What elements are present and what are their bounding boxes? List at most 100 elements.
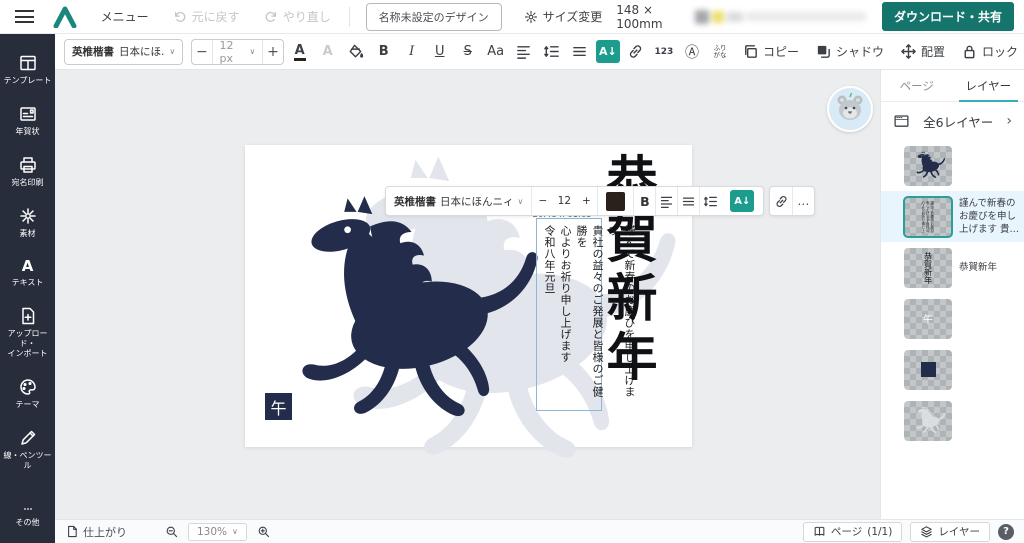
layer-row-horse-faint[interactable] (881, 395, 1024, 446)
bold-button[interactable]: B (633, 187, 655, 215)
layer-row-greeting-selected[interactable]: 謹んで新春のお慶び申し上げます貴社の心よりお祈り申し上 謹んで新春のお慶びを申し… (881, 191, 1024, 242)
redo-button[interactable]: やり直し (264, 8, 331, 25)
strikethrough-button[interactable]: S (456, 39, 480, 65)
design-canvas[interactable]: 午 謹んで新春のお慶びを申し上げます 貴社の益々のご発展と皆様のご健勝を 心より… (55, 70, 880, 519)
horse-silhouette[interactable] (251, 195, 543, 442)
font-size-increase-button[interactable]: + (575, 187, 597, 215)
zoom-out-icon (165, 525, 178, 538)
sidebar-item-address-print[interactable]: 宛名印刷 (0, 146, 55, 197)
font-size-select[interactable]: 12 px ∨ (212, 40, 264, 64)
circled-text-button[interactable]: Ⓐ (680, 39, 704, 65)
tab-layer[interactable]: レイヤー (953, 70, 1024, 101)
more-options-button[interactable]: … (792, 187, 814, 215)
hamburger-menu-icon[interactable] (0, 10, 50, 23)
layers-count: 全6レイヤー (918, 112, 998, 131)
app-logo[interactable] (50, 6, 81, 28)
justify-icon (571, 43, 588, 60)
layer-row-horse[interactable] (881, 140, 1024, 191)
help-button[interactable]: ? (998, 524, 1014, 540)
character-number-button[interactable]: 123 (652, 39, 676, 65)
layer-row-title[interactable]: 恭賀新年 恭賀新年 (881, 242, 1024, 293)
mascot-icon (833, 92, 867, 126)
printer-icon (18, 155, 38, 175)
layer-row-square[interactable] (881, 344, 1024, 395)
menu-button[interactable]: メニュー (101, 8, 149, 25)
right-panel: ページ レイヤー 全6レイヤー › 謹んで新春のお慶び申し上げます貴社の心よりお… (880, 70, 1024, 519)
font-size-decrease-button[interactable]: − (192, 44, 211, 60)
layer-panel-button[interactable]: レイヤー (910, 522, 990, 542)
vertical-text-button[interactable]: A↓ (596, 40, 620, 63)
link-button[interactable] (624, 39, 648, 65)
justify-button[interactable] (677, 187, 699, 215)
greeting-text-box-selected[interactable]: 謹んで新春のお慶びを申し上げます 貴社の益々のご発展と皆様のご健勝を 心よりお祈… (536, 218, 602, 411)
page-nav-button[interactable]: ページ (1/1) (803, 522, 902, 542)
justify-button[interactable] (568, 39, 592, 65)
link-icon (627, 43, 644, 60)
template-icon (18, 53, 38, 73)
vertical-text-cell: A↓ (721, 187, 763, 215)
align-left-button[interactable] (512, 39, 536, 65)
sidebar-item-nengajo[interactable]: 年賀状 (0, 95, 55, 146)
sidebar-item-template[interactable]: テンプレート (0, 44, 55, 95)
finish-preview-button[interactable]: 仕上がり (65, 524, 127, 540)
floating-toolbar-main: 英椎楷書 日本にほんニィ ∨ − 12 + B (385, 186, 764, 216)
paint-bucket-icon (347, 43, 364, 60)
flower-icon (18, 206, 38, 226)
align-left-icon (659, 194, 674, 209)
text-color-button[interactable]: A (288, 39, 312, 65)
layer-thumbnail: 午 (904, 299, 952, 339)
arrange-button[interactable]: 配置 (894, 43, 951, 60)
align-left-button[interactable] (655, 187, 677, 215)
layer-row-stamp-text[interactable]: 午 (881, 293, 1024, 344)
design-name-button[interactable]: 名称未設定のデザイン (366, 3, 502, 31)
undo-button[interactable]: 元に戻す (173, 8, 240, 25)
font-size-increase-button[interactable]: + (263, 44, 282, 60)
resize-button[interactable]: サイズ変更 (524, 8, 603, 25)
divider (349, 7, 350, 27)
assistant-avatar[interactable] (827, 86, 873, 132)
link-button[interactable] (770, 187, 792, 215)
text-format-toolbar: 英椎楷書 日本にほ. ∨ − 12 px ∨ + A A B I U S Aa (55, 34, 1024, 70)
zoom-in-button[interactable] (257, 525, 270, 538)
layers-icon (920, 525, 933, 538)
text-icon: A (22, 257, 34, 275)
text-outline-button[interactable]: A (316, 39, 340, 65)
user-account-info[interactable] (695, 10, 866, 24)
zoom-out-button[interactable] (165, 525, 178, 538)
font-size-decrease-button[interactable]: − (531, 187, 553, 215)
font-family-select[interactable]: 英椎楷書 日本にほ. ∨ (64, 39, 183, 65)
sidebar-item-theme[interactable]: テーマ (0, 368, 55, 419)
sidebar-item-more[interactable]: その他 (0, 494, 55, 537)
stamp-thumb: 午 (923, 311, 933, 326)
line-spacing-button[interactable] (540, 39, 564, 65)
font-size-value[interactable]: 12 (553, 187, 575, 215)
chevron-right-icon: › (1006, 113, 1012, 129)
font-family-select[interactable]: 英椎楷書 日本にほんニィ ∨ (386, 187, 531, 215)
furigana-button[interactable]: ふり がな (708, 39, 732, 65)
layers-header[interactable]: 全6レイヤー › (881, 102, 1024, 140)
bold-button[interactable]: B (372, 39, 396, 65)
sidebar-item-upload[interactable]: アップロード・ インポート (0, 297, 55, 368)
copy-button[interactable]: コピー (736, 43, 805, 60)
book-icon (813, 525, 826, 538)
zodiac-stamp[interactable]: 午 (265, 393, 292, 420)
fill-color-button[interactable] (344, 39, 368, 65)
lock-button[interactable]: ロック (955, 43, 1024, 60)
copy-icon (742, 43, 759, 60)
underline-button[interactable]: U (428, 39, 452, 65)
download-share-button[interactable]: ダウンロード・共有 (882, 2, 1014, 31)
floating-toolbar-extra: … (769, 186, 815, 216)
italic-button[interactable]: I (400, 39, 424, 65)
app-root: メニュー 元に戻す やり直し 名称未設定のデザイン サイズ変更 148 × 10… (0, 0, 1024, 543)
zoom-level-select[interactable]: 130% ∨ (188, 523, 247, 541)
vertical-text-button[interactable]: A↓ (730, 190, 754, 212)
tab-page[interactable]: ページ (881, 70, 953, 101)
square-thumb (921, 362, 936, 377)
sidebar-item-pen-tool[interactable]: 線・ペンツール (0, 419, 55, 480)
sidebar-item-text[interactable]: A テキスト (0, 248, 55, 297)
line-spacing-button[interactable] (699, 187, 721, 215)
shadow-button[interactable]: シャドウ (809, 43, 890, 60)
sidebar-item-material[interactable]: 素材 (0, 197, 55, 248)
color-swatch[interactable] (606, 192, 625, 211)
text-case-button[interactable]: Aa (484, 39, 508, 65)
